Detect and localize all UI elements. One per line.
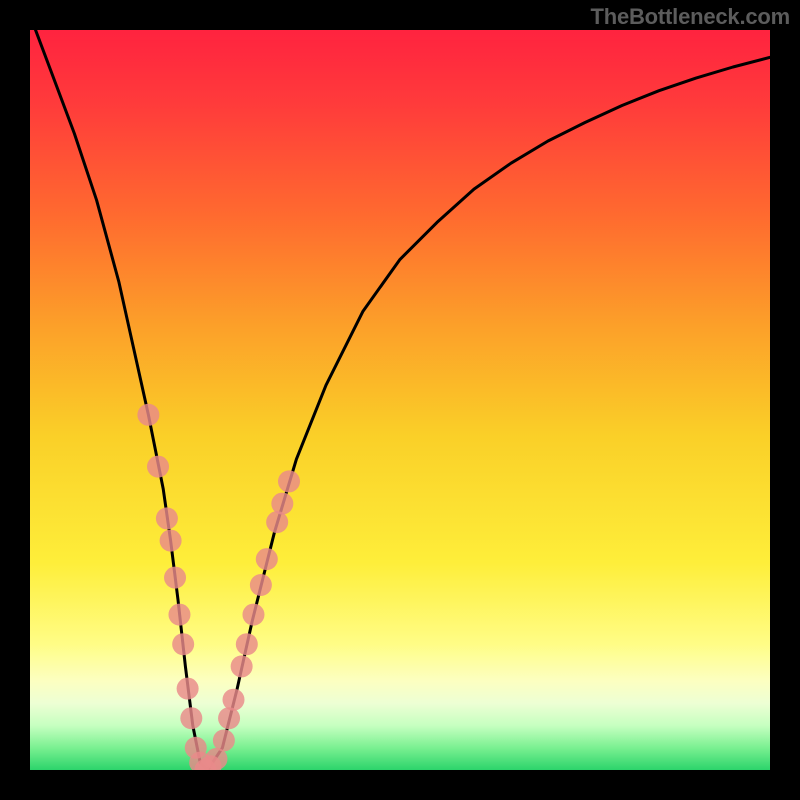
curve-marker [156, 507, 178, 529]
curve-marker [242, 604, 264, 626]
bottleneck-curve [30, 30, 770, 770]
curve-marker [177, 678, 199, 700]
curve-marker [180, 707, 202, 729]
plot-area [30, 30, 770, 770]
curve-marker [172, 633, 194, 655]
curve-marker [160, 530, 182, 552]
curve-marker [168, 604, 190, 626]
curve-marker [266, 511, 288, 533]
curve-marker [256, 548, 278, 570]
marker-group [137, 404, 300, 770]
curve-marker [223, 689, 245, 711]
curve-marker [278, 470, 300, 492]
chart-frame: TheBottleneck.com [0, 0, 800, 800]
curve-marker [164, 567, 186, 589]
curve-marker [231, 655, 253, 677]
curve-marker [236, 633, 258, 655]
curve-marker [218, 707, 240, 729]
curve-marker [147, 456, 169, 478]
curve-marker [250, 574, 272, 596]
curve-marker [137, 404, 159, 426]
curve-marker [213, 729, 235, 751]
curve-marker [271, 493, 293, 515]
attribution-watermark: TheBottleneck.com [590, 4, 790, 30]
curve-layer [30, 30, 770, 770]
